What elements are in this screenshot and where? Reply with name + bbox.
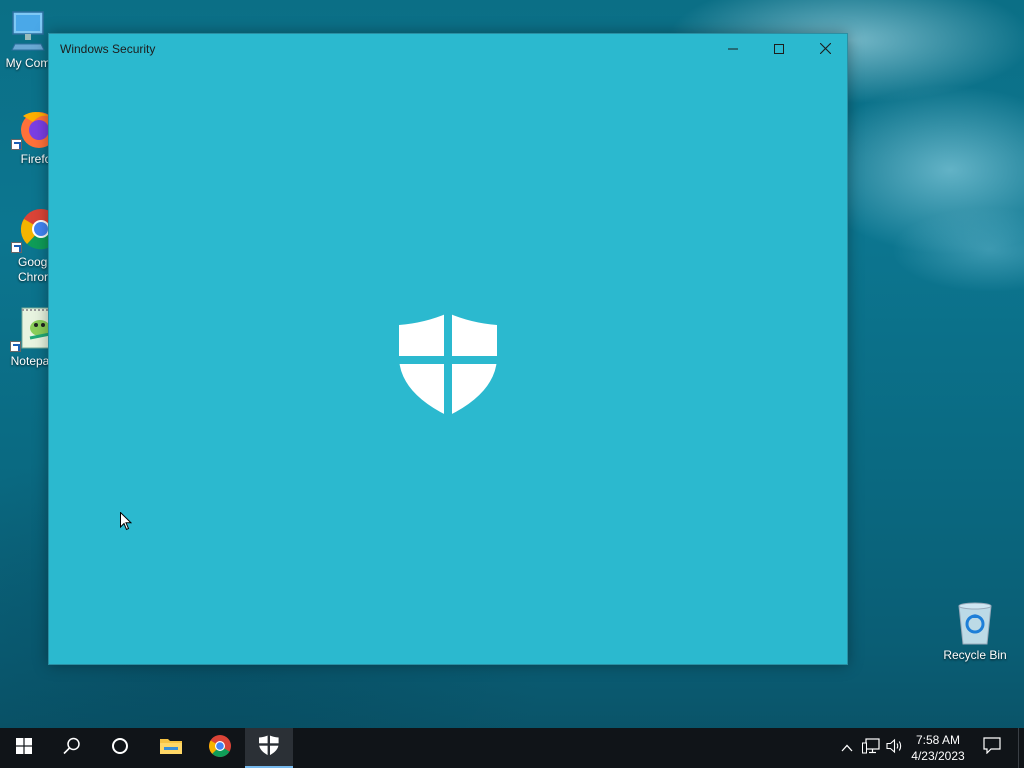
window-titlebar[interactable]: Windows Security xyxy=(49,34,847,65)
desktop-icon-recycle-bin[interactable]: Recycle Bin xyxy=(938,602,1012,663)
show-hidden-icons-button[interactable] xyxy=(838,728,856,768)
maximize-button[interactable] xyxy=(756,34,802,65)
recycle-bin-icon xyxy=(955,602,995,646)
close-icon xyxy=(819,41,831,59)
cortana-button[interactable] xyxy=(96,728,144,768)
mouse-cursor xyxy=(120,511,133,536)
folder-icon xyxy=(159,736,183,761)
close-button[interactable] xyxy=(802,34,848,65)
windows-security-shield-icon xyxy=(399,313,499,422)
taskbar-chrome[interactable] xyxy=(196,728,244,768)
notepad-icon xyxy=(8,306,53,352)
shield-icon xyxy=(259,735,279,761)
search-icon xyxy=(63,737,81,760)
shortcut-arrow-icon xyxy=(11,139,22,150)
minimize-button[interactable] xyxy=(710,34,756,65)
action-center-button[interactable] xyxy=(980,728,1004,768)
chrome-icon xyxy=(208,734,232,763)
chrome-icon xyxy=(9,205,61,253)
show-desktop-button[interactable] xyxy=(1018,728,1024,768)
clock-date: 4/23/2023 xyxy=(911,749,965,763)
network-button[interactable] xyxy=(860,728,882,768)
desktop-icon-label: My Com xyxy=(5,56,51,70)
minimize-icon xyxy=(728,41,738,59)
desktop-icon-label: Goog Chror xyxy=(18,255,49,284)
computer-icon xyxy=(11,10,45,54)
windows-start-icon xyxy=(16,737,32,759)
desktop-icon-label: Notepa xyxy=(10,354,50,368)
chevron-up-icon xyxy=(841,739,853,757)
search-button[interactable] xyxy=(48,728,96,768)
windows-security-window[interactable]: Windows Security xyxy=(48,33,848,665)
taskbar-clock[interactable]: 7:58 AM 4/23/2023 xyxy=(905,732,971,764)
taskbar: 7:58 AM 4/23/2023 xyxy=(0,728,1024,768)
network-icon xyxy=(862,737,880,759)
volume-icon xyxy=(885,738,903,759)
cortana-circle-icon xyxy=(111,737,129,760)
taskbar-file-explorer[interactable] xyxy=(147,728,195,768)
volume-button[interactable] xyxy=(884,728,904,768)
shortcut-arrow-icon xyxy=(11,242,22,253)
desktop-icon-label: Firefo xyxy=(20,152,52,166)
shortcut-arrow-icon xyxy=(10,341,21,352)
desktop-icon-label: Recycle Bin xyxy=(943,648,1007,662)
action-center-icon xyxy=(983,737,1001,759)
firefox-icon xyxy=(9,106,57,150)
maximize-icon xyxy=(774,41,784,59)
window-title: Windows Security xyxy=(60,42,156,56)
taskbar-windows-security[interactable] xyxy=(245,728,293,768)
clock-time: 7:58 AM xyxy=(915,733,961,747)
start-button[interactable] xyxy=(0,728,48,768)
